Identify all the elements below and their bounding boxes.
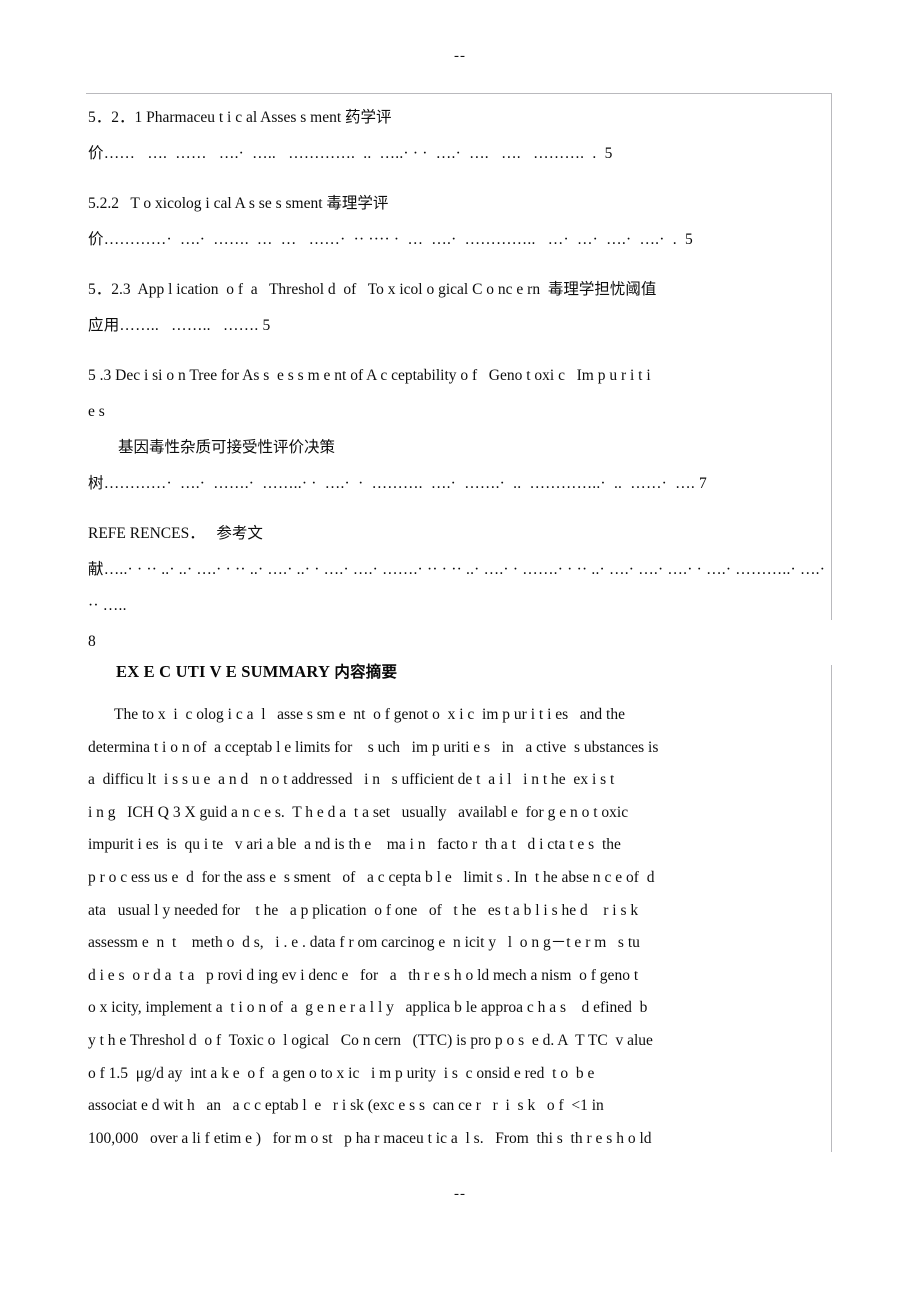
toc-title-5-3-continuation: e s	[88, 403, 105, 420]
toc-entry-references[interactable]: REFE RENCES． 参考文 献…..· · ·· ..· ..· ….· …	[88, 516, 830, 660]
page-header-mark: --	[454, 48, 466, 64]
toc-gap-4	[88, 506, 830, 516]
toc-leader-references: 献…..· · ·· ..· ..· ….· · ·· ..· ….· ..· …	[88, 561, 830, 614]
summary-line: d i e s o r d a t a p rovi d ing ev i de…	[88, 966, 639, 984]
table-of-contents: 5．2．1 Pharmaceu t i c al Asses s ment 药学…	[88, 100, 830, 664]
toc-entry-5-3[interactable]: 5 .3 Dec i si o n Tree for As s e s s m …	[88, 358, 830, 502]
summary-line: a difficu lt i s s u e a n d n o t addre…	[88, 771, 615, 789]
summary-line: o x icity, implement a t i o n of a g e …	[88, 999, 648, 1017]
toc-leader-5-2-3: 应用…….. …….. ……. 5	[88, 317, 271, 334]
toc-leader-5-2-2: 价…………· ….· ……. … … ……· ·· ···· · … ….· ……	[88, 231, 693, 248]
summary-line: o f 1.5 μg/d ay int a k e o f a gen o to…	[88, 1064, 595, 1082]
toc-entry-5-2-1[interactable]: 5．2．1 Pharmaceu t i c al Asses s ment 药学…	[88, 100, 830, 172]
page-border-right-upper	[831, 93, 832, 620]
toc-title-5-2-3: 5．2.3 App l ication o f a Threshol d of …	[88, 281, 657, 298]
toc-subtitle-5-3-chinese: 基因毒性杂质可接受性评价决策	[118, 439, 336, 456]
summary-line: 100,000 over a li f etim e ) for m o st …	[88, 1129, 652, 1147]
page-footer-mark: --	[454, 1186, 466, 1202]
summary-line: i n g ICH Q 3 X guid a n c e s. T h e d …	[88, 803, 629, 821]
toc-entry-5-2-2[interactable]: 5.2.2 T o xicolog i cal A s se s sment 毒…	[88, 186, 830, 258]
toc-title-5-2-2: 5.2.2 T o xicolog i cal A s se s sment 毒…	[88, 195, 389, 212]
summary-line: The to x i c olog i c a l asse s sm e nt…	[114, 706, 625, 723]
summary-line: associat e d wit h an a c c eptab l e r …	[88, 1097, 604, 1115]
toc-gap-1	[88, 176, 830, 186]
executive-summary-heading: EX E C UTI V E SUMMARY 内容摘要	[88, 655, 830, 689]
summary-line: impurit i es is qu i te v ari a ble a nd…	[88, 836, 621, 854]
toc-leader-5-3: 树…………· ….· …….· ……..· · ….· · ………. ….· ……	[88, 475, 707, 492]
page-border-top	[86, 93, 832, 94]
summary-line: assessm e n t meth o d s, i . e . data f…	[88, 934, 640, 952]
executive-summary-section: EX E C UTI V E SUMMARY 内容摘要 The to x i c…	[88, 655, 830, 1155]
summary-line: ata usual l y needed for t he a p plicat…	[88, 901, 639, 919]
executive-summary-body: The to x i c olog i c a l asse s sm e nt…	[88, 699, 830, 1155]
executive-summary-heading-english: EX E C UTI V E SUMMARY	[116, 662, 331, 681]
toc-leader-5-2-1: 价…… …. …… ….· ….. …………. .. …..· · · ….· …	[88, 145, 613, 162]
toc-title-references: REFE RENCES． 参考文	[88, 525, 263, 542]
summary-line: determina t i o n of a cceptab l e limit…	[88, 738, 659, 756]
summary-line: y t h e Threshol d o f Toxic o l ogical …	[88, 1031, 653, 1049]
toc-gap-2	[88, 262, 830, 272]
executive-summary-heading-chinese: 内容摘要	[334, 663, 398, 681]
toc-title-5-3: 5 .3 Dec i si o n Tree for As s e s s m …	[88, 367, 651, 384]
toc-gap-3	[88, 348, 830, 358]
toc-entry-5-2-3[interactable]: 5．2.3 App l ication o f a Threshol d of …	[88, 272, 830, 344]
summary-line: p r o c ess us e d for the ass e s sment…	[88, 868, 655, 886]
toc-title-5-2-1: 5．2．1 Pharmaceu t i c al Asses s ment 药学…	[88, 109, 392, 126]
page-border-right-lower	[831, 665, 832, 1152]
